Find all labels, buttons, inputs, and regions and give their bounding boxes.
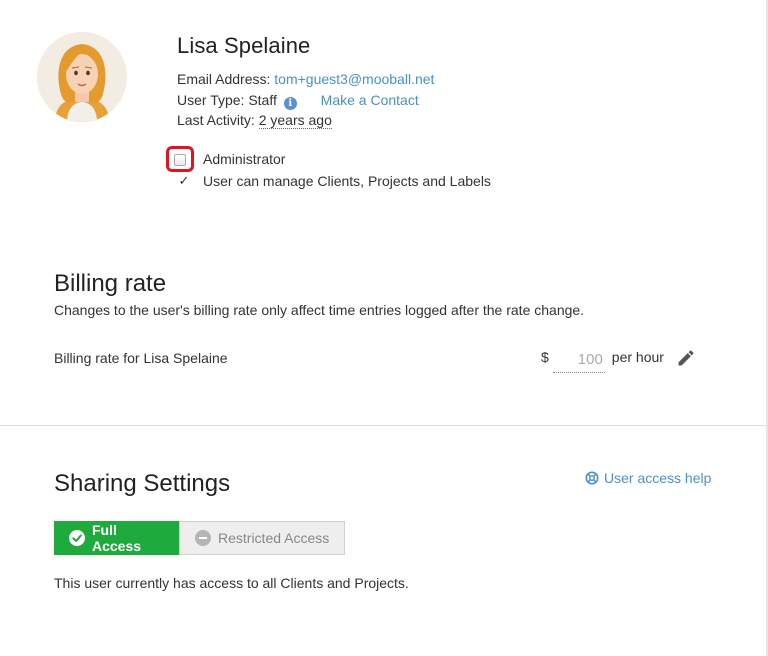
full-access-button[interactable]: Full Access: [54, 521, 179, 555]
administrator-checkbox[interactable]: [174, 154, 186, 166]
manage-checkbox-wrap: ✓: [166, 170, 196, 192]
manage-checkbox[interactable]: ✓: [178, 174, 190, 187]
billing-rate-input[interactable]: [552, 347, 605, 373]
check-circle-icon: [69, 530, 85, 546]
user-type-value: Staff: [248, 92, 277, 108]
female-avatar-icon: [37, 32, 127, 122]
administrator-row: Administrator: [166, 146, 286, 172]
pencil-icon[interactable]: [676, 348, 696, 368]
manage-label: User can manage Clients, Projects and La…: [203, 173, 491, 189]
last-activity-label: Last Activity:: [177, 112, 255, 128]
billing-row-label: Billing rate for Lisa Spelaine: [54, 350, 228, 366]
email-label: Email Address:: [177, 71, 271, 87]
manage-row: ✓ User can manage Clients, Projects and …: [166, 170, 491, 192]
billing-title: Billing rate: [54, 270, 167, 297]
user-access-help-label: User access help: [604, 470, 712, 486]
last-activity-value: 2 years ago: [258, 112, 332, 129]
user-name: Lisa Spelaine: [177, 33, 311, 58]
last-activity-line: Last Activity: 2 years ago: [177, 112, 332, 129]
access-note: This user currently has access to all Cl…: [54, 575, 409, 591]
info-icon[interactable]: i: [283, 97, 297, 110]
access-toggle: Full Access Restricted Access: [54, 521, 345, 555]
currency-symbol: $: [541, 349, 549, 365]
administrator-checkbox-wrap: [166, 146, 196, 172]
user-type-line: User Type: Staff i Make a Contact: [177, 92, 419, 110]
email-line: Email Address: tom+guest3@mooball.net: [177, 71, 434, 87]
avatar: [37, 32, 127, 122]
restricted-access-label: Restricted Access: [218, 530, 330, 546]
minus-circle-icon: [195, 530, 211, 546]
make-contact-link[interactable]: Make a Contact: [321, 92, 419, 108]
user-access-help-link[interactable]: User access help: [585, 470, 711, 486]
billing-description: Changes to the user's billing rate only …: [54, 302, 585, 318]
lifebuoy-icon: [585, 471, 599, 485]
billing-amount: $ per hour: [541, 347, 664, 373]
full-access-label: Full Access: [92, 522, 142, 554]
administrator-label: Administrator: [203, 151, 286, 167]
section-divider: [0, 425, 766, 426]
restricted-access-button[interactable]: Restricted Access: [179, 521, 345, 555]
per-hour-label: per hour: [611, 349, 664, 365]
user-type-label: User Type:: [177, 92, 245, 108]
email-link[interactable]: tom+guest3@mooball.net: [274, 71, 434, 87]
sharing-title: Sharing Settings: [54, 470, 231, 497]
